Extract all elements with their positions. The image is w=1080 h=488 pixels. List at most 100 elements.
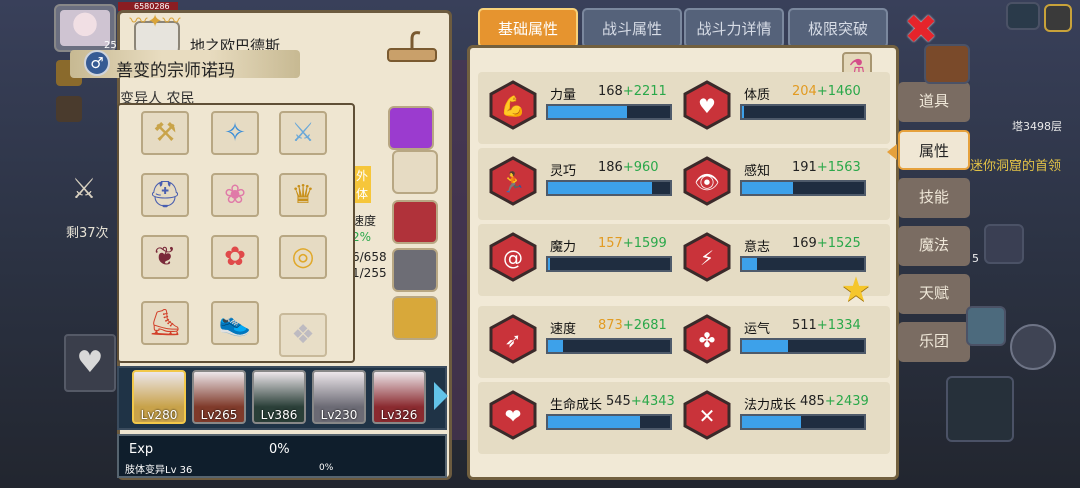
stat-progress-bar — [740, 414, 866, 430]
stat-progress-bar — [740, 104, 866, 120]
spear-icon: ⚔ — [291, 118, 315, 148]
remaining-count: 剩37次 — [66, 226, 109, 241]
flower-icon: ✿ — [224, 242, 246, 272]
menu-pointer-icon — [887, 144, 897, 160]
compass-icon[interactable] — [1010, 324, 1056, 370]
stat-value: 157+1599 — [598, 236, 667, 251]
stat-3: 👁 感知 191+1563 — [682, 152, 868, 212]
eye-icon: 👁 — [682, 156, 732, 206]
tab-basic-attributes[interactable]: 基础属性 — [478, 8, 578, 48]
item-cloak-icon[interactable]: ❦ — [141, 235, 189, 279]
item-empty-slot-icon[interactable]: ❖ — [279, 313, 327, 357]
item-spear-icon[interactable]: ⚔ — [279, 111, 327, 155]
muscle-icon: 💪 — [488, 80, 538, 130]
dungeon-boss[interactable]: 迷你洞窟的首领 — [970, 155, 1061, 174]
hero-card[interactable]: Lv386 — [252, 370, 306, 424]
heart-hud-icon[interactable]: ♥ — [64, 334, 116, 392]
item-staff-icon[interactable]: ✧ — [211, 111, 259, 155]
tab-combat-power-details[interactable]: 战斗力详情 — [684, 8, 784, 48]
stat-value: 511+1334 — [792, 318, 861, 333]
hero-card-level: Lv280 — [140, 408, 178, 422]
stat-base-value: 157 — [598, 236, 623, 251]
slot-chest[interactable] — [392, 200, 438, 244]
item-hammer-icon[interactable]: ⚒ — [141, 111, 189, 155]
item-helmet-icon[interactable]: ⛑ — [141, 173, 189, 217]
bow-icon[interactable] — [946, 376, 1014, 442]
hero-frag-label-1: 外 — [353, 166, 372, 185]
stat-base-value: 545 — [606, 394, 631, 409]
stat-progress-bar — [546, 180, 672, 196]
exit-icon[interactable] — [1044, 4, 1072, 32]
helmet-icon: ⛑ — [148, 180, 182, 210]
stat-name: 力量 — [550, 88, 577, 103]
svg-text:♥: ♥ — [698, 94, 716, 118]
cloak-icon: ❦ — [154, 242, 176, 272]
tab-combat-attributes[interactable]: 战斗属性 — [582, 8, 682, 48]
menu-talent[interactable]: 天赋 — [898, 274, 970, 314]
svg-text:✤: ✤ — [699, 328, 716, 352]
male-icon: ♂ — [84, 50, 110, 76]
stat-name: 意志 — [744, 240, 771, 255]
exp-percent: 0% — [269, 442, 290, 457]
item-rabbit-icon[interactable]: ❀ — [211, 173, 259, 217]
slot-gloves[interactable] — [392, 150, 438, 194]
slot-purple-gem[interactable] — [388, 106, 434, 150]
hanger-icon[interactable] — [386, 27, 438, 69]
stat-progress-bar — [546, 256, 672, 272]
hero-frag-value-1: 6/658 — [352, 250, 387, 264]
stat-progress-fill — [548, 106, 628, 118]
hero-card[interactable]: Lv265 — [192, 370, 246, 424]
magic-figure-icon: ✕ — [682, 390, 732, 440]
stat-base-value: 186 — [598, 160, 623, 175]
stat-progress-fill — [548, 258, 551, 270]
stat-name: 感知 — [744, 164, 771, 179]
menu-skills[interactable]: 技能 — [898, 178, 970, 218]
hud-badge-icon-2[interactable] — [56, 96, 82, 122]
will-icon: ⚡ — [682, 232, 732, 282]
hero-card[interactable]: Lv280 — [132, 370, 186, 424]
stat-value: 169+1525 — [792, 236, 861, 251]
stat-name: 法力成长 — [744, 398, 797, 413]
staff-icon: ✧ — [224, 118, 246, 148]
tab-limit-break[interactable]: 极限突破 — [788, 8, 888, 48]
stat-7: ✤ 运气 511+1334 — [682, 310, 868, 370]
menu-items[interactable]: 道具 — [898, 82, 970, 122]
item-flower-icon[interactable]: ✿ — [211, 235, 259, 279]
item-sneaker-icon[interactable]: 👟 — [211, 301, 259, 345]
item-gold-ring-icon[interactable]: ◎ — [279, 235, 327, 279]
svg-text:➶: ➶ — [505, 328, 522, 352]
hero-card[interactable]: Lv230 — [312, 370, 366, 424]
player-face — [60, 10, 110, 46]
exp-label: Exp — [129, 442, 154, 457]
menu-attributes[interactable]: 属性 — [898, 130, 970, 170]
star-icon[interactable]: ★ — [838, 272, 874, 312]
item-boots-icon[interactable]: ⛸ — [141, 301, 189, 345]
treasure-icon[interactable] — [924, 44, 970, 84]
globe-icon[interactable] — [1006, 2, 1040, 30]
stat-8: ❤ 生命成长 545+4343 — [488, 386, 675, 446]
body-icon: ♥ — [682, 80, 732, 130]
stat-progress-fill — [742, 258, 757, 270]
stat-name: 运气 — [744, 322, 771, 337]
painting-icon[interactable] — [966, 306, 1006, 346]
crossed-swords-icon[interactable]: ⚔ — [64, 172, 104, 212]
wings-icon: 〰✦〰 — [129, 11, 181, 32]
item-golden-armor-icon[interactable]: ♛ — [279, 173, 327, 217]
magic-staff-icon[interactable] — [984, 224, 1024, 264]
stat-base-value: 511 — [792, 318, 817, 333]
stat-value: 168+2211 — [598, 84, 667, 99]
hero-card[interactable]: Lv326 — [372, 370, 426, 424]
slot-ring[interactable] — [392, 296, 438, 340]
stat-6: ➶ 速度 873+2681 — [488, 310, 674, 370]
next-hero-arrow-icon[interactable] — [434, 382, 448, 410]
svg-text:💪: 💪 — [501, 94, 526, 118]
slot-armor[interactable] — [392, 248, 438, 292]
menu-magic[interactable]: 魔法 — [898, 226, 970, 266]
svg-text:⚡: ⚡ — [700, 246, 714, 270]
menu-band[interactable]: 乐团 — [898, 322, 970, 362]
dungeon-map-icon[interactable] — [1008, 40, 1070, 102]
stat-name: 生命成长 — [550, 398, 603, 413]
stat-base-value: 169 — [792, 236, 817, 251]
spiral-icon: @ — [488, 232, 538, 282]
exp-panel: Exp 0% 肢体变异Lv 36 0% — [117, 434, 447, 478]
